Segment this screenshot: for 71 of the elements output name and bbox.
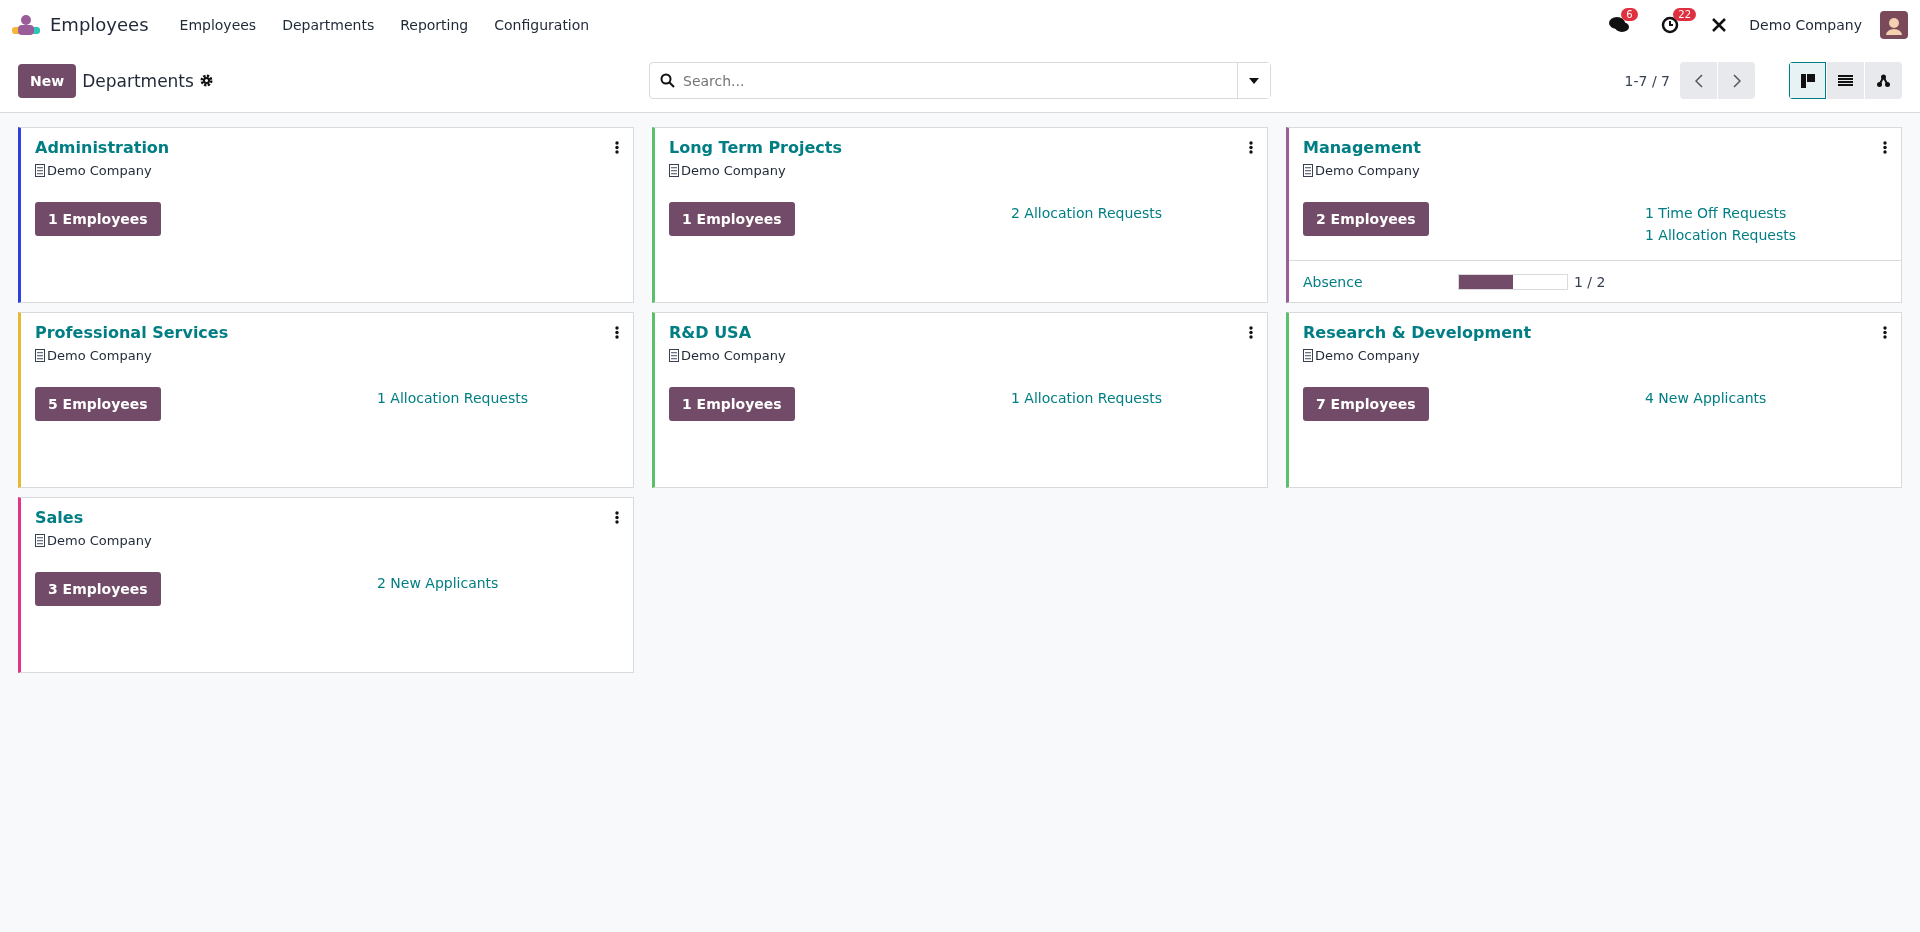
progress-reading: 1 / 2: [1574, 273, 1606, 290]
company-name: Demo Company: [681, 348, 786, 363]
department-name[interactable]: R&D USA: [669, 323, 752, 342]
notification-badge: 22: [1673, 7, 1697, 21]
more-options-icon[interactable]: [1249, 326, 1253, 339]
app-name[interactable]: Employees: [50, 14, 149, 35]
employees-button[interactable]: 1 Employees: [35, 202, 161, 236]
chevron-right-icon: [1732, 73, 1741, 88]
employees-button[interactable]: 1 Employees: [669, 202, 795, 236]
more-options-icon[interactable]: [1249, 141, 1253, 154]
department-name[interactable]: Management: [1303, 138, 1421, 157]
more-options-icon[interactable]: [615, 326, 619, 339]
app-logo-icon[interactable]: [12, 13, 40, 36]
meter-label[interactable]: Absence: [1303, 273, 1458, 290]
search-box[interactable]: Search...: [649, 62, 1271, 99]
building-icon: [669, 164, 679, 177]
employees-button[interactable]: 5 Employees: [35, 387, 161, 421]
stat-link[interactable]: 1 Allocation Requests: [377, 390, 619, 406]
more-options-icon[interactable]: [1883, 141, 1887, 154]
search-icon: [660, 73, 675, 88]
stat-link[interactable]: 2 Allocation Requests: [1011, 205, 1253, 221]
stat-link[interactable]: 1 Time Off Requests: [1645, 205, 1887, 221]
department-name[interactable]: Administration: [35, 138, 170, 157]
building-icon: [35, 349, 45, 362]
building-icon: [669, 349, 679, 362]
list-icon: [1838, 74, 1853, 87]
new-button[interactable]: New: [18, 63, 77, 98]
stat-link[interactable]: 2 New Applicants: [377, 575, 619, 591]
hierarchy-icon: [1877, 74, 1890, 87]
company-name[interactable]: Demo Company: [1749, 16, 1862, 33]
more-options-icon[interactable]: [1883, 326, 1887, 339]
employees-button[interactable]: 2 Employees: [1303, 202, 1429, 236]
department-name[interactable]: Professional Services: [35, 323, 229, 342]
company-name: Demo Company: [47, 163, 152, 178]
building-icon: [1303, 164, 1313, 177]
menu-item[interactable]: Reporting: [389, 16, 480, 33]
menu-item[interactable]: Employees: [168, 16, 268, 33]
settings-icon[interactable]: [199, 74, 213, 87]
view-switch-button[interactable]: [1865, 62, 1902, 99]
department-name[interactable]: Long Term Projects: [669, 138, 842, 157]
employees-button[interactable]: 1 Employees: [669, 387, 795, 421]
chevron-left-icon: [1694, 73, 1703, 88]
notification-badge: 6: [1621, 7, 1638, 21]
company-name: Demo Company: [681, 163, 786, 178]
building-icon: [35, 534, 45, 547]
search-dropdown-button[interactable]: [1237, 63, 1270, 98]
menu-item[interactable]: Departments: [271, 16, 386, 33]
stat-link[interactable]: 1 Allocation Requests: [1645, 227, 1887, 243]
department-name[interactable]: Research & Development: [1303, 323, 1532, 342]
company-name: Demo Company: [47, 533, 152, 548]
more-options-icon[interactable]: [615, 511, 619, 524]
employees-button[interactable]: 7 Employees: [1303, 387, 1429, 421]
employees-button[interactable]: 3 Employees: [35, 572, 161, 606]
kanban-icon: [1800, 73, 1815, 88]
user-avatar[interactable]: [1880, 10, 1908, 39]
company-name: Demo Company: [47, 348, 152, 363]
view-switch-button[interactable]: [1827, 62, 1864, 99]
page-title: Departments: [82, 70, 194, 91]
stat-link[interactable]: 1 Allocation Requests: [1011, 390, 1253, 406]
building-icon: [35, 164, 45, 177]
caret-icon: [1249, 77, 1259, 84]
building-icon: [1303, 349, 1313, 362]
department-name[interactable]: Sales: [35, 508, 84, 527]
clock-icon[interactable]: [1661, 15, 1680, 34]
menu-item[interactable]: Configuration: [483, 16, 601, 33]
company-name: Demo Company: [1315, 348, 1420, 363]
view-switch-button[interactable]: [1789, 62, 1826, 99]
more-options-icon[interactable]: [615, 141, 619, 154]
pager-value[interactable]: 1-7 / 7: [1624, 72, 1670, 89]
stat-link[interactable]: 4 New Applicants: [1645, 390, 1887, 406]
company-name: Demo Company: [1315, 163, 1420, 178]
